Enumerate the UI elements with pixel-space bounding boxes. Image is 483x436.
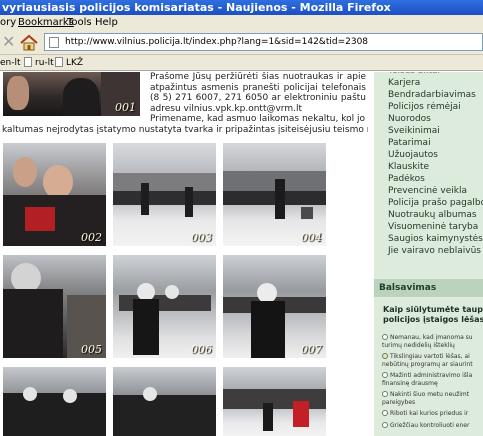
photo-caption: 002 — [81, 231, 102, 244]
window-title-bar: vyriausiasis policijos komisariatas - Na… — [0, 0, 483, 15]
sidebar-item-nuorodos[interactable]: Nuorodos — [388, 114, 431, 124]
page-content: 001 Prašome Jūsų peržiūrėti šias nuotrau… — [0, 72, 483, 436]
sidebar-item-policijos-remejai[interactable]: Policijos rėmėjai — [388, 102, 461, 112]
article-intro-text: Prašome Jūsų peržiūrėti šias nuotraukas … — [150, 72, 366, 114]
radio-button[interactable] — [382, 372, 388, 378]
poll-option-text: Mažinti administravimo išla — [390, 372, 473, 379]
photo-003[interactable]: 003 — [113, 143, 216, 246]
sidebar-item-klauskite[interactable]: Klauskite — [388, 162, 429, 172]
photo-001[interactable]: 001 — [3, 72, 140, 116]
photo-caption: 005 — [81, 343, 102, 356]
poll-option-text-cont: nebūtinų programų ar siaurint — [382, 361, 473, 368]
poll-option-text: Tikslingiau vartoti lėšas, ai — [390, 353, 470, 360]
bookmark-en-lt[interactable]: en-lt — [0, 55, 21, 71]
bookmark-label: ru-lt — [35, 58, 54, 68]
radio-button[interactable] — [382, 422, 388, 428]
poll-option-text: Nemanau, kad įmanoma su — [390, 334, 473, 341]
address-bar[interactable]: http://www.vilnius.policija.lt/index.php… — [44, 33, 483, 51]
url-text[interactable]: http://www.vilnius.policija.lt/index.php… — [65, 34, 368, 50]
menu-history[interactable]: ory — [0, 15, 16, 30]
home-icon[interactable] — [19, 34, 39, 52]
photo-005[interactable]: 005 — [3, 255, 106, 358]
sidebar-item-padekos[interactable]: Padėkos — [388, 174, 425, 184]
poll-option-text: Nakinti šiuo metu neužimt — [390, 391, 470, 398]
poll-option-6[interactable]: Griežčiau kontroliuoti ener — [382, 422, 483, 430]
photo-002[interactable]: 002 — [3, 143, 106, 246]
poll-question-line2: policijos įstaigos lėšas? — [383, 315, 483, 324]
menu-help[interactable]: Help — [95, 15, 118, 30]
photo-caption: 004 — [301, 231, 322, 244]
stop-icon[interactable]: ✕ — [2, 34, 16, 50]
bookmarks-toolbar: en-lt ru-lt LKŽ — [0, 55, 483, 71]
photo-caption: 007 — [301, 343, 322, 356]
poll-option-1[interactable]: Nemanau, kad įmanoma su turimų nedidelių… — [382, 334, 483, 350]
photo-caption: 006 — [191, 343, 212, 356]
poll-option-text-cont: finansinę drausmę — [382, 380, 438, 387]
sidebar-item-uzuojautos[interactable]: Užuojautos — [388, 150, 438, 160]
photo-010[interactable] — [223, 367, 326, 436]
poll-option-3[interactable]: Mažinti administravimo išla finansinę dr… — [382, 372, 483, 388]
page-icon — [49, 37, 59, 48]
sidebar: Teisės aktai Karjera Bendradarbiavimas P… — [374, 72, 483, 436]
radio-button[interactable] — [382, 391, 388, 397]
sidebar-item-partial: Teisės aktai — [388, 72, 440, 76]
bookmark-ru-lt[interactable]: ru-lt — [24, 55, 54, 71]
bookmark-label: en-lt — [0, 58, 21, 68]
menu-tools[interactable]: Tools — [67, 15, 92, 30]
poll-option-text: Griežčiau kontroliuoti ener — [390, 422, 470, 429]
menu-bookmarks[interactable]: Bookmarks — [18, 15, 74, 30]
sidebar-item-saugios-kaimynystes[interactable]: Saugios kaimynystės pro — [388, 234, 483, 244]
page-icon — [24, 57, 32, 67]
sidebar-item-jie-vairavo[interactable]: Jie vairavo neblaivūs — [388, 246, 481, 256]
bookmark-lkz[interactable]: LKŽ — [55, 55, 83, 71]
page-icon — [55, 57, 63, 67]
poll-heading: Balsavimas — [374, 279, 483, 297]
poll-option-2[interactable]: Tikslingiau vartoti lėšas, ai nebūtinų p… — [382, 353, 483, 369]
article-intro-line2: kaltumas nejrodytas įstatymo nustatyta t… — [2, 125, 368, 135]
sidebar-item-patarimai[interactable]: Patarimai — [388, 138, 431, 148]
photo-004[interactable]: 004 — [223, 143, 326, 246]
sidebar-item-bendradarbiavimas[interactable]: Bendradarbiavimas — [388, 90, 476, 100]
sidebar-item-prevencine-veikla[interactable]: Prevencinė veikla — [388, 186, 467, 196]
photo-caption: 003 — [191, 231, 212, 244]
photo-006[interactable]: 006 — [113, 255, 216, 358]
sidebar-item-sveikinimai[interactable]: Sveikinimai — [388, 126, 440, 136]
photo-007[interactable]: 007 — [223, 255, 326, 358]
radio-button[interactable] — [382, 334, 388, 340]
photo-caption: 001 — [115, 101, 136, 114]
poll-question-line1: Kaip siūlytumėte taupyti V — [383, 305, 483, 314]
bookmark-label: LKŽ — [66, 58, 84, 68]
poll-option-5[interactable]: Riboti kai kurios priedus ir — [382, 410, 483, 418]
poll-option-text-cont: pareigybes — [382, 399, 416, 406]
poll-option-4[interactable]: Nakinti šiuo metu neužimt pareigybes — [382, 391, 483, 407]
menu-bar: ory Bookmarks Tools Help — [0, 15, 483, 30]
radio-button[interactable] — [382, 353, 388, 359]
sidebar-item-nuotrauku-albumas[interactable]: Nuotraukų albumas — [388, 210, 477, 220]
article-intro-continued: Primename, kad asmuo laikomas nekaltu, k… — [150, 114, 365, 124]
poll-question: Kaip siūlytumėte taupyti V policijos įst… — [383, 305, 483, 325]
article-intro: Prašome Jūsų peržiūrėti šias nuotraukas … — [150, 72, 366, 125]
photo-008[interactable] — [3, 367, 106, 436]
sidebar-item-policija-praso-pagalbos[interactable]: Policija prašo pagalbos — [388, 198, 483, 208]
sidebar-item-visuomenine-taryba[interactable]: Visuomeninė taryba — [388, 222, 478, 232]
sidebar-item-karjera[interactable]: Karjera — [388, 78, 420, 88]
poll-option-text-cont: turimų nedidelių išteklių — [382, 342, 455, 349]
poll-option-text: Riboti kai kurios priedus ir — [390, 410, 469, 417]
radio-button[interactable] — [382, 410, 388, 416]
window-title: vyriausiasis policijos komisariatas - Na… — [2, 1, 391, 14]
photo-009[interactable] — [113, 367, 216, 436]
